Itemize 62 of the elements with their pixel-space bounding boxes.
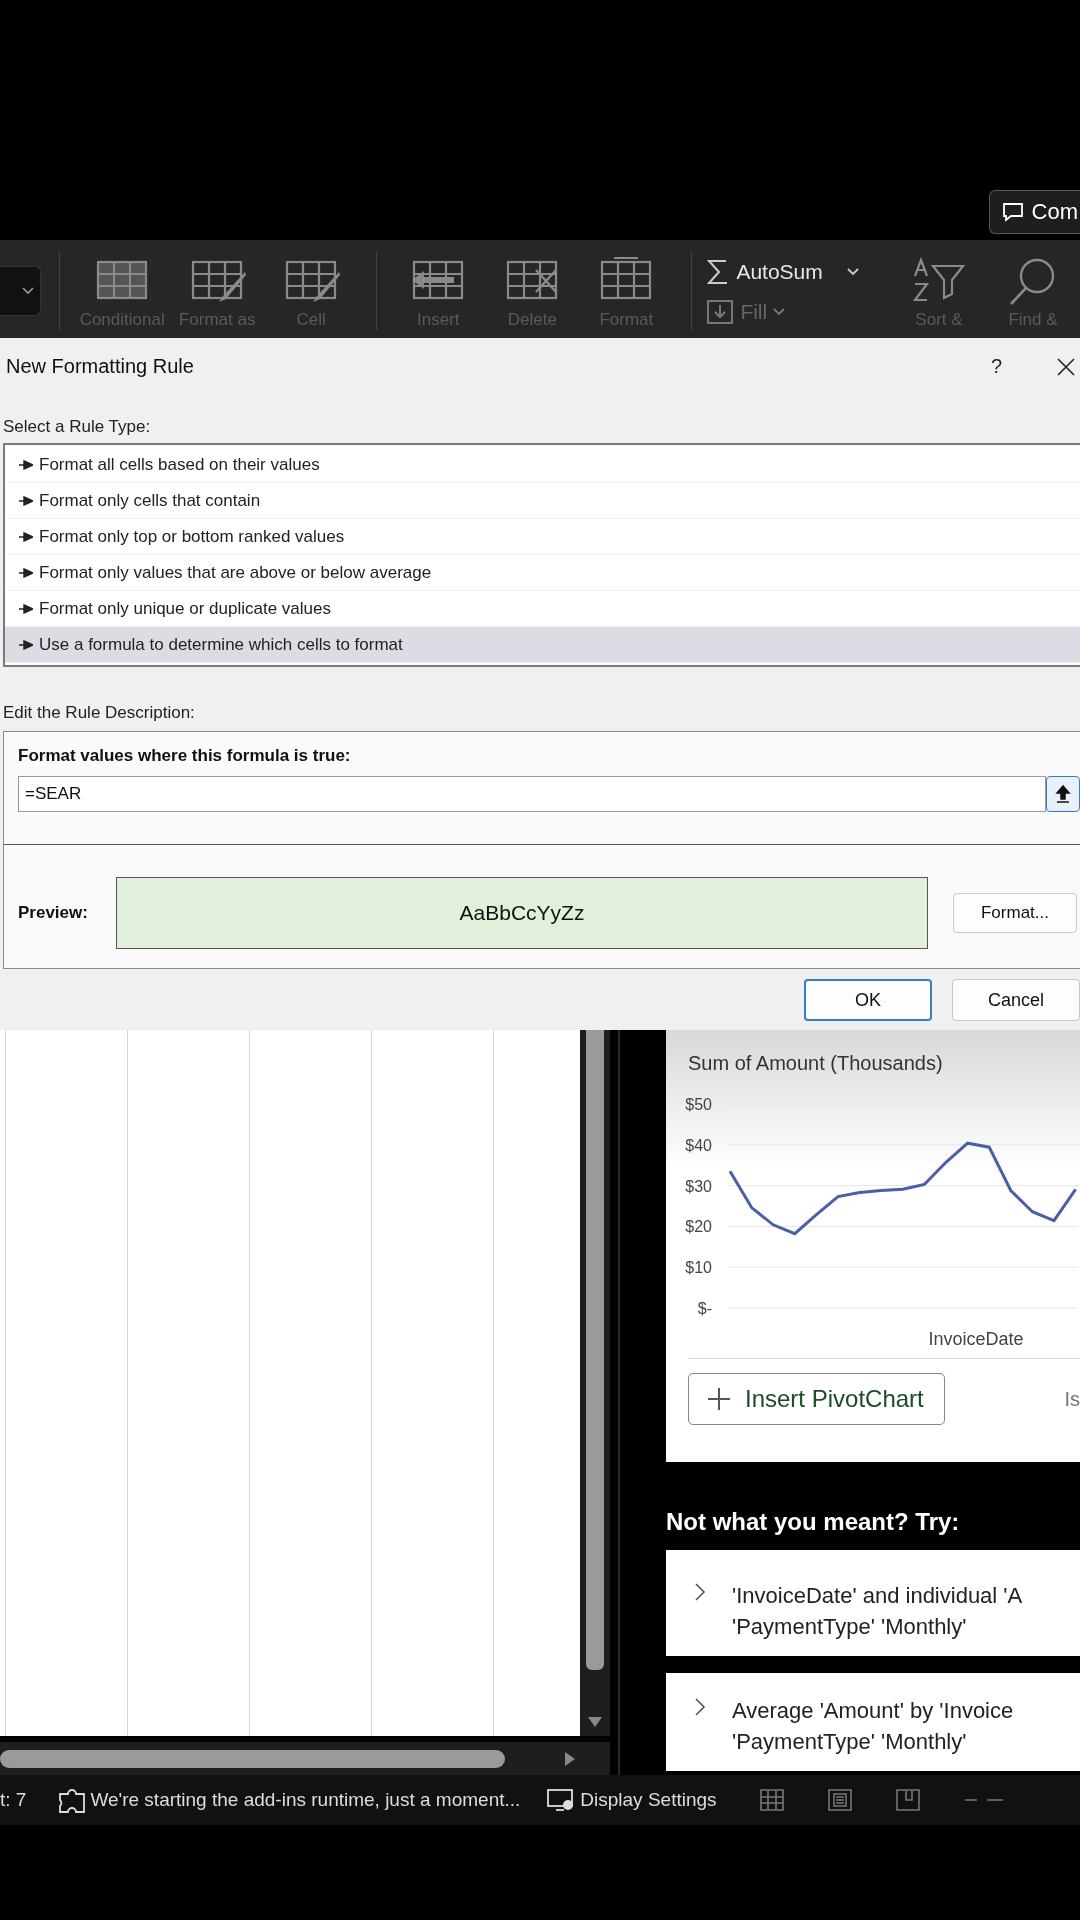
plus-icon	[707, 1387, 731, 1411]
caret-icon	[773, 308, 786, 316]
axis-label: $-	[697, 1300, 712, 1317]
formula-label: Format values where this formula is true:	[18, 746, 352, 766]
axis-title: InvoiceDate	[928, 1329, 1024, 1349]
section-label: Select a Rule Type:	[3, 417, 152, 438]
comment-icon	[1001, 202, 1024, 222]
cut-text: Is	[1064, 1387, 1080, 1411]
axis-label: $50	[685, 1096, 712, 1113]
chevron-icon	[694, 1697, 706, 1717]
status-message: We're starting the add-ins runtime, just a moment...	[90, 1789, 521, 1811]
dialog-title: New Formatting Rule	[6, 355, 195, 378]
autosum-button[interactable]: AutoSum	[706, 252, 892, 292]
preview-label: Preview:	[18, 903, 89, 923]
axis-label: $40	[685, 1136, 712, 1154]
suggestion-text: 'PaymentType' 'Monthly'	[732, 1613, 968, 1641]
chevron-icon	[22, 287, 35, 295]
rule-type-item[interactable]: Format only top or bottom ranked values	[5, 519, 1080, 555]
arrow-icon	[19, 531, 33, 542]
suggestion-text: Average 'Amount' by 'Invoice	[732, 1697, 1014, 1725]
arrow-icon	[19, 639, 33, 650]
page-layout-icon[interactable]	[826, 1788, 853, 1812]
vertical-scrollbar[interactable]	[580, 1030, 610, 1737]
help-button[interactable]: ?	[990, 355, 1002, 378]
format-button[interactable]: Format...	[953, 893, 1077, 933]
rule-type-item[interactable]: Format only cells that contain	[5, 483, 1080, 519]
suggestion-card[interactable]: Average 'Amount' by 'Invoice 'PaymentType' 'Monthly'	[666, 1673, 1080, 1771]
axis-label: $20	[685, 1218, 712, 1236]
close-button[interactable]	[1056, 356, 1076, 377]
chart-title: Sum of Amount (Thousands)	[687, 1051, 944, 1075]
rule-type-item[interactable]: Format only values that are above or below average	[5, 555, 1080, 591]
arrow-icon	[19, 603, 33, 614]
rule-type-item[interactable]: Format all cells based on their values	[5, 447, 1080, 483]
collapse-button[interactable]	[1046, 776, 1080, 812]
display-settings-button[interactable]: Display Settings	[546, 1788, 717, 1812]
caret-icon	[846, 268, 859, 276]
insert-pivotchart-button[interactable]: Insert PivotChart	[688, 1373, 945, 1425]
page-break-icon[interactable]	[894, 1788, 921, 1812]
dialog-button[interactable]: Cancel	[952, 979, 1080, 1021]
download-box-icon	[706, 299, 735, 325]
suggestion-card[interactable]: 'InvoiceDate' and individual 'A 'PaymentType' 'Monthly'	[666, 1550, 1080, 1656]
arrow-icon	[19, 567, 33, 578]
grid-view-icon[interactable]	[758, 1788, 785, 1812]
suggestions-heading: Not what you meant? Try:	[666, 1508, 961, 1536]
suggestion-text: 'PaymentType' 'Monthly'	[732, 1728, 968, 1756]
axis-label: $10	[685, 1259, 712, 1277]
axis-label: $30	[685, 1177, 712, 1195]
comments-button[interactable]: Com	[988, 190, 1080, 234]
dialog-button[interactable]: OK	[804, 979, 932, 1021]
suggestion-text: 'InvoiceDate' and individual 'A	[732, 1582, 1023, 1610]
arrow-icon	[19, 459, 33, 470]
preview-sample: AaBbCcYyZz	[116, 877, 928, 949]
chevron-icon	[694, 1582, 706, 1602]
down-arrow-icon	[587, 1716, 603, 1729]
right-arrow-icon	[564, 1750, 576, 1767]
section-label: Edit the Rule Description:	[3, 703, 196, 724]
rule-type-item[interactable]: Use a formula to determine which cells to format	[5, 627, 1080, 663]
formula-input[interactable]: =SEAR	[18, 776, 1046, 812]
arrow-icon	[19, 495, 33, 506]
upload-arrow-icon	[1055, 784, 1071, 804]
status-text: t: 7	[0, 1789, 27, 1811]
close-icon	[1056, 356, 1076, 377]
